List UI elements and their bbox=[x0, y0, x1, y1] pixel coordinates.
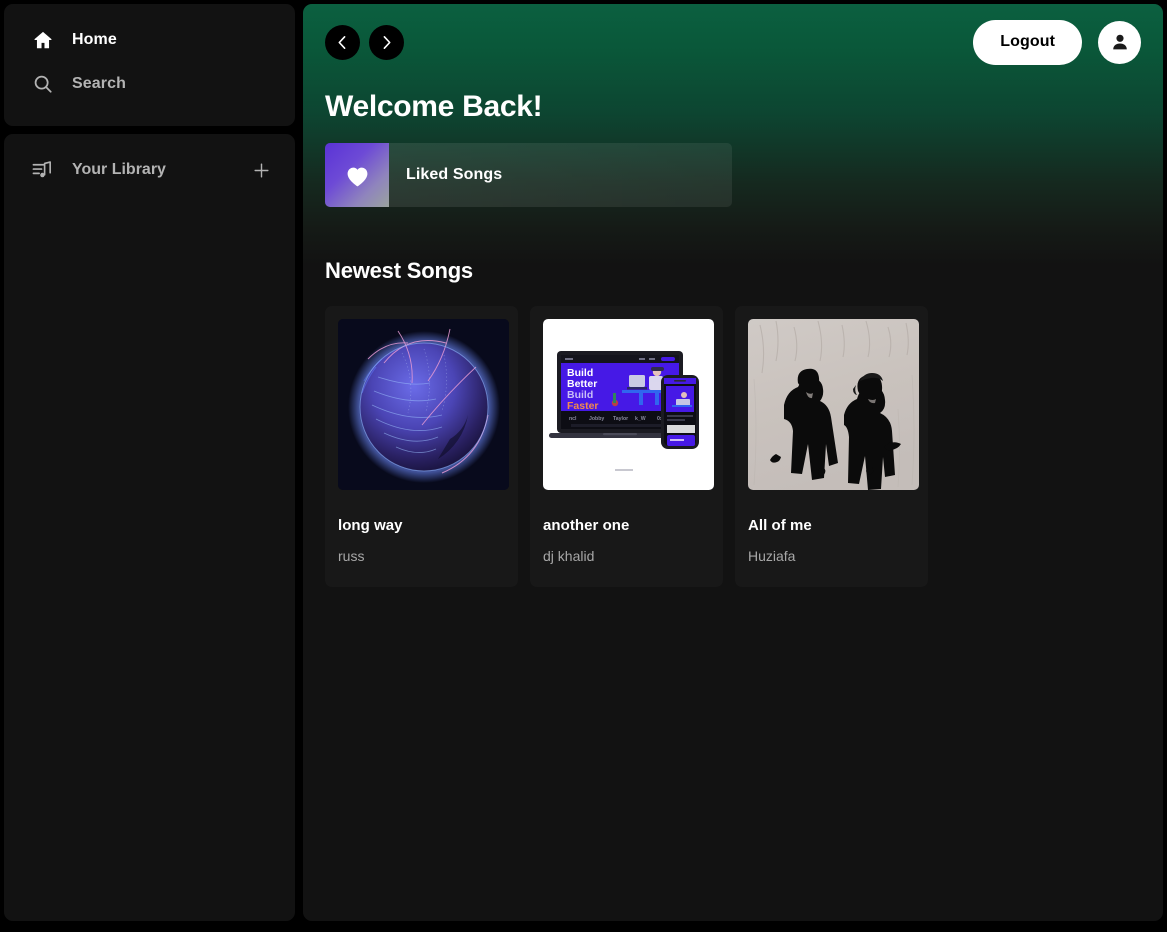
search-icon bbox=[30, 72, 55, 97]
page-title: Welcome Back! bbox=[325, 90, 543, 123]
sidebar-nav-panel: Home Search bbox=[4, 4, 295, 126]
song-artist: Huziafa bbox=[748, 548, 796, 564]
add-playlist-button[interactable] bbox=[247, 156, 275, 184]
song-title: another one bbox=[543, 517, 630, 534]
liked-songs-thumbnail bbox=[325, 143, 389, 207]
svg-text:Taylor: Taylor bbox=[613, 416, 628, 422]
svg-text:k_W: k_W bbox=[635, 416, 646, 422]
laptop-mockup-art: Build Better Build Faster ncl Jobby Tayl… bbox=[543, 319, 714, 490]
sidebar-item-home[interactable]: Home bbox=[4, 18, 295, 62]
newest-songs-grid: long way russ Build Better Build Faster … bbox=[303, 284, 1163, 587]
sidebar-item-label-home: Home bbox=[72, 31, 117, 48]
back-button[interactable] bbox=[325, 24, 360, 60]
sidebar: Home Search Your Library bbox=[4, 4, 295, 921]
library-content-area bbox=[4, 190, 295, 921]
library-icon bbox=[30, 158, 55, 183]
newest-songs-heading: Newest Songs bbox=[325, 258, 473, 283]
liked-songs-label: Liked Songs bbox=[406, 166, 503, 183]
main-panel: Logout Welcome Back! Liked Songs Newest … bbox=[303, 4, 1163, 921]
main-content: Logout Welcome Back! Liked Songs Newest … bbox=[303, 4, 1163, 921]
heart-icon bbox=[347, 167, 367, 186]
two-people-bw-photo-art bbox=[748, 319, 919, 490]
liked-songs-row: Liked Songs bbox=[303, 124, 1163, 207]
svg-text:ncl: ncl bbox=[569, 416, 577, 422]
song-title: long way bbox=[338, 517, 403, 534]
avatar-button[interactable] bbox=[1098, 20, 1141, 64]
home-icon bbox=[30, 28, 55, 53]
forward-button[interactable] bbox=[369, 24, 404, 60]
your-library-header[interactable]: Your Library bbox=[4, 150, 295, 190]
song-card[interactable]: long way russ bbox=[325, 306, 518, 587]
logout-button[interactable]: Logout bbox=[973, 19, 1082, 65]
sidebar-item-label-search: Search bbox=[72, 75, 126, 92]
user-icon bbox=[1112, 34, 1127, 50]
svg-text:Jobby: Jobby bbox=[589, 416, 604, 422]
your-library-label: Your Library bbox=[72, 161, 166, 178]
sidebar-library-panel: Your Library bbox=[4, 134, 295, 921]
app-root: Home Search Your Library Logout Welcome … bbox=[0, 0, 1167, 932]
sidebar-item-search[interactable]: Search bbox=[4, 62, 295, 106]
song-card[interactable]: All of me Huziafa bbox=[735, 306, 928, 587]
svg-text:Faster: Faster bbox=[567, 400, 599, 412]
song-card[interactable]: Build Better Build Faster ncl Jobby Tayl… bbox=[530, 306, 723, 587]
song-title: All of me bbox=[748, 517, 812, 534]
topbar: Logout bbox=[303, 4, 1163, 80]
song-artist: dj khalid bbox=[543, 548, 595, 564]
globe-network-art bbox=[338, 319, 509, 490]
song-artist: russ bbox=[338, 548, 365, 564]
liked-songs-card[interactable]: Liked Songs bbox=[325, 143, 732, 207]
